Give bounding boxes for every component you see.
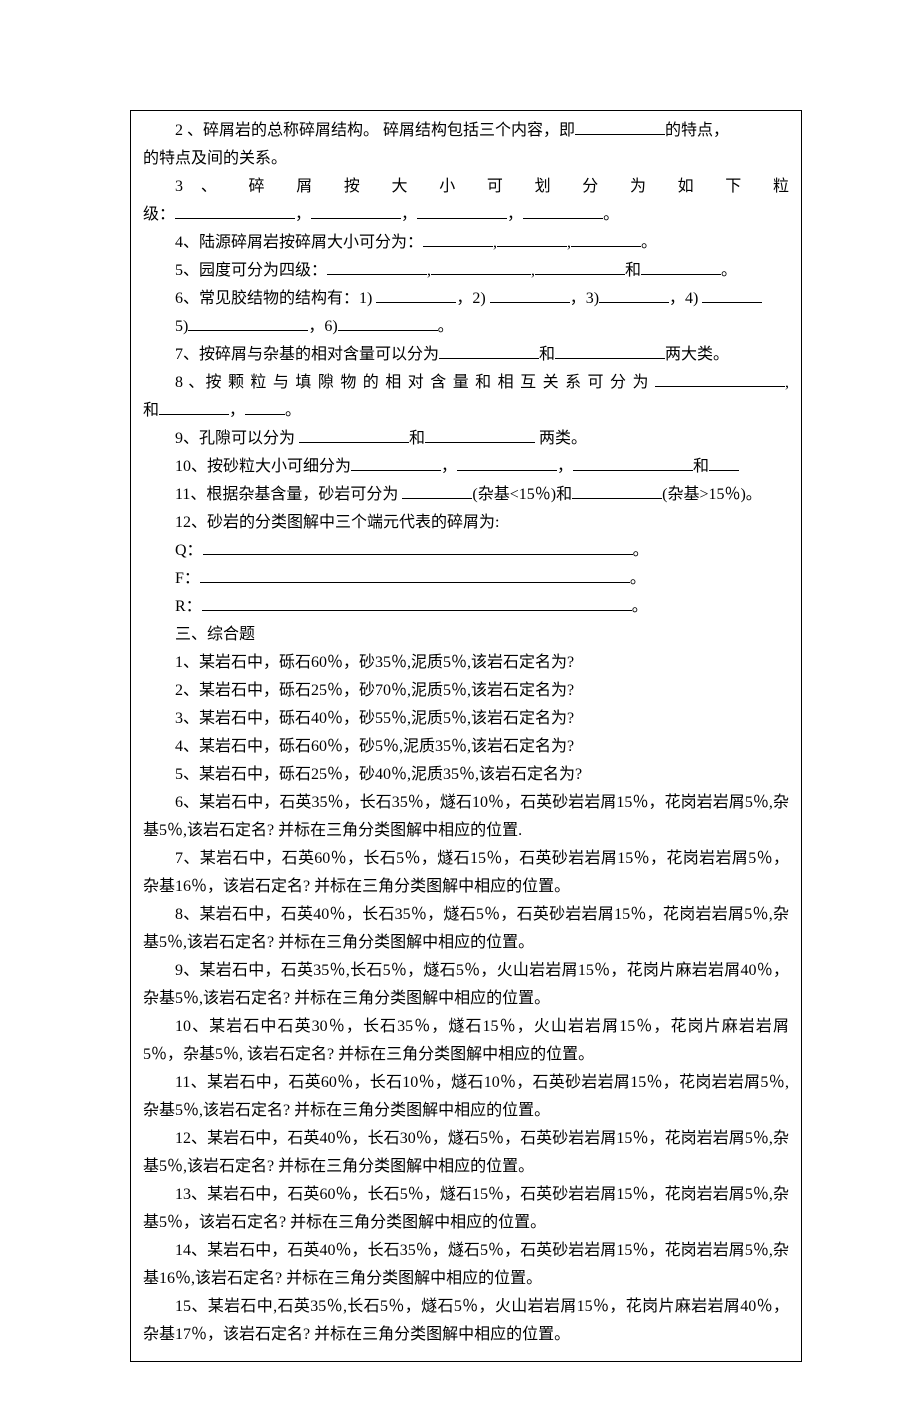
- blank[interactable]: [523, 204, 603, 219]
- q6-sep3: ，3): [570, 290, 599, 307]
- comp-q6: 6、某岩石中，石英35％，长石35％，燧石10％，石英砂岩岩屑15％，花岗岩岩屑…: [143, 789, 789, 845]
- blank[interactable]: [655, 372, 785, 387]
- comp-q9: 9、某岩石中，石英35％,长石5％，燧石5％，火山岩岩屑15％，花岗片麻岩岩屑4…: [143, 957, 789, 1013]
- comp-q12: 12、某岩石中，石英40％，长石30％，燧石5％，石英砂岩岩屑15％，花岗岩岩屑…: [143, 1125, 789, 1181]
- q12-Q-label: Q：: [175, 542, 203, 559]
- q8-line2-prefix: 和: [143, 402, 159, 419]
- blank[interactable]: [575, 120, 665, 135]
- q7-and: 和: [539, 346, 555, 363]
- q11-suffix: (杂基>15％)。: [662, 486, 762, 503]
- blank[interactable]: [159, 400, 229, 415]
- q7-prefix: 7、按碎屑与杂基的相对含量可以分为: [175, 346, 439, 363]
- q11-prefix: 11、根据杂基含量，砂岩可分为: [175, 486, 402, 503]
- q2-prefix: 2 、碎屑岩的总称碎屑结构。 碎屑结构包括三个内容，即: [175, 122, 575, 139]
- question-8-line2: 和，。: [143, 397, 789, 425]
- q12-F-label: F：: [175, 570, 200, 587]
- q6-line2-prefix: 5): [175, 318, 188, 335]
- document-page: 2 、碎屑岩的总称碎屑结构。 碎屑结构包括三个内容，即 的特点， 的特点及间的关系…: [130, 110, 802, 1362]
- blank[interactable]: [200, 568, 630, 583]
- q6-prefix: 6、常见胶结物的结构有：1): [175, 290, 376, 307]
- blank[interactable]: [203, 540, 633, 555]
- blank[interactable]: [423, 232, 493, 247]
- q9-and: 和: [409, 430, 425, 447]
- blank[interactable]: [702, 288, 762, 303]
- blank[interactable]: [431, 260, 531, 275]
- blank[interactable]: [641, 260, 721, 275]
- question-7: 7、按碎屑与杂基的相对含量可以分为 和 两大类。: [143, 341, 789, 369]
- comp-q13: 13、某岩石中，石英60％，长石5％，燧石15％，石英砂岩岩屑15％，花岗岩岩屑…: [143, 1181, 789, 1237]
- blank[interactable]: [351, 456, 441, 471]
- blank[interactable]: [490, 288, 570, 303]
- q7-suffix: 两大类。: [665, 346, 729, 363]
- comp-q11: 11、某岩石中，石英60％，长石10％，燧石10％，石英砂岩岩屑15％，花岗岩岩…: [143, 1069, 789, 1125]
- question-2-line2: 的特点及间的关系。: [143, 145, 789, 173]
- question-6-line1: 6、常见胶结物的结构有：1) ，2) ，3) ，4): [143, 285, 789, 313]
- question-12-main: 12、砂岩的分类图解中三个端元代表的碎屑为:: [143, 509, 789, 537]
- q6-sep6: ，6): [308, 318, 337, 335]
- blank[interactable]: [299, 428, 409, 443]
- question-8-line1: 8 、按 颗 粒 与 填 隙 物 的 相 对 含 量 和 相 互 关 系 可 分…: [143, 369, 789, 397]
- q5-and: 和: [625, 262, 641, 279]
- q6-sep2: ，2): [456, 290, 489, 307]
- blank[interactable]: [402, 484, 472, 499]
- blank[interactable]: [188, 316, 308, 331]
- blank[interactable]: [376, 288, 456, 303]
- blank[interactable]: [572, 484, 662, 499]
- blank[interactable]: [245, 400, 285, 415]
- blank[interactable]: [555, 344, 665, 359]
- blank[interactable]: [425, 428, 535, 443]
- comp-q14: 14、某岩石中，石英40％，长石35％，燧石5％，石英砂岩岩屑15％，花岗岩岩屑…: [143, 1237, 789, 1293]
- blank[interactable]: [709, 456, 739, 471]
- question-12-R: R：。: [143, 593, 789, 621]
- q10-prefix: 10、按砂粒大小可细分为: [175, 458, 351, 475]
- q9-suffix: 两类。: [535, 430, 587, 447]
- question-12-Q: Q：。: [143, 537, 789, 565]
- question-2-line1: 2 、碎屑岩的总称碎屑结构。 碎屑结构包括三个内容，即 的特点，: [143, 117, 789, 145]
- q3-prefix: 级：: [143, 206, 175, 223]
- q8-line1: 8 、按 颗 粒 与 填 隙 物 的 相 对 含 量 和 相 互 关 系 可 分…: [175, 374, 655, 391]
- q5-prefix: 5、园度可分为四级：: [175, 262, 327, 279]
- q11-mid1: (杂基<15％)和: [472, 486, 572, 503]
- comp-q8: 8、某岩石中，石英40％，长石35％，燧石5％，石英砂岩岩屑15％，花岗岩岩屑5…: [143, 901, 789, 957]
- question-12-F: F：。: [143, 565, 789, 593]
- comp-q1: 1、某岩石中，砾石60％，砂35％,泥质5％,该岩石定名为?: [143, 649, 789, 677]
- question-4: 4、陆源碎屑岩按碎屑大小可分为：,,。: [143, 229, 789, 257]
- q10-and: 和: [693, 458, 709, 475]
- comp-q4: 4、某岩石中，砾石60％，砂5％,泥质35％,该岩石定名为?: [143, 733, 789, 761]
- comp-q2: 2、某岩石中，砾石25％，砂70％,泥质5％,该岩石定名为?: [143, 677, 789, 705]
- blank[interactable]: [439, 344, 539, 359]
- comp-q10: 10、某岩石中石英30％，长石35％，燧石15％，火山岩岩屑15％，花岗片麻岩岩…: [143, 1013, 789, 1069]
- comp-q3: 3、某岩石中，砾石40％，砂55％,泥质5％,该岩石定名为?: [143, 705, 789, 733]
- blank[interactable]: [457, 456, 557, 471]
- blank[interactable]: [175, 204, 295, 219]
- q2-suffix1: 的特点，: [665, 122, 729, 139]
- question-11: 11、根据杂基含量，砂岩可分为 (杂基<15％)和 (杂基>15％)。: [143, 481, 789, 509]
- comp-q5: 5、某岩石中，砾石25％，砂40％,泥质35％,该岩石定名为?: [143, 761, 789, 789]
- blank[interactable]: [417, 204, 507, 219]
- blank[interactable]: [571, 232, 641, 247]
- blank[interactable]: [327, 260, 427, 275]
- blank[interactable]: [338, 316, 438, 331]
- blank[interactable]: [573, 456, 693, 471]
- comp-q15: 15、某岩石中,石英35％,长石5％，燧石5％，火山岩岩屑15％，花岗片麻岩岩屑…: [143, 1293, 789, 1349]
- q12-R-label: R：: [175, 598, 202, 615]
- question-3-line2: 级：，，，。: [143, 201, 789, 229]
- comp-q7: 7、某岩石中，石英60％，长石5％，燧石15％，石英砂岩岩屑15％，花岗岩岩屑5…: [143, 845, 789, 901]
- question-9: 9、孔隙可以分为 和 两类。: [143, 425, 789, 453]
- question-3-line1: 3 、 碎 屑 按 大 小 可 划 分 为 如 下 粒: [143, 173, 789, 201]
- blank[interactable]: [311, 204, 401, 219]
- section-3-title: 三、综合题: [143, 621, 789, 649]
- question-5: 5、园度可分为四级：,,和。: [143, 257, 789, 285]
- question-6-line2: 5)，6)。: [143, 313, 789, 341]
- question-10: 10、按砂粒大小可细分为，，和: [143, 453, 789, 481]
- q4-prefix: 4、陆源碎屑岩按碎屑大小可分为：: [175, 234, 423, 251]
- blank[interactable]: [535, 260, 625, 275]
- blank[interactable]: [202, 596, 632, 611]
- q9-prefix: 9、孔隙可以分为: [175, 430, 299, 447]
- q6-sep4: ，4): [669, 290, 702, 307]
- blank[interactable]: [599, 288, 669, 303]
- blank[interactable]: [497, 232, 567, 247]
